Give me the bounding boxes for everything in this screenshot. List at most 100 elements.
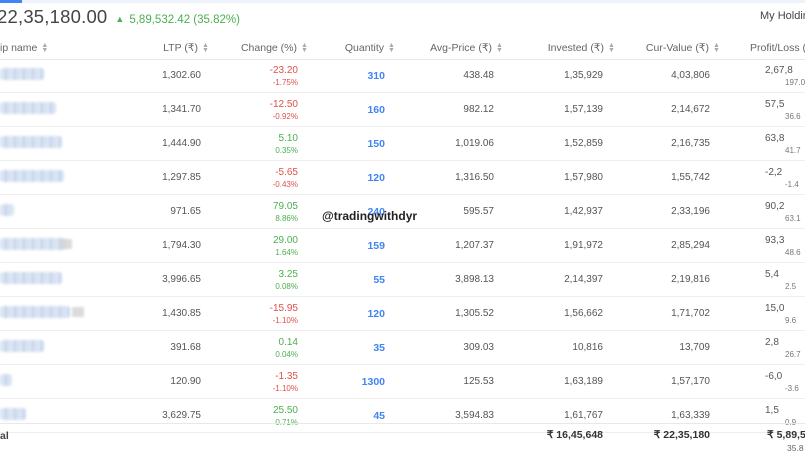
avg-price-value: 1,316.50 <box>455 172 494 183</box>
my-holdings-label[interactable]: My Holdings <box>760 10 805 22</box>
change-cell: -1.35 -1.10% <box>273 371 298 393</box>
profit-loss-cell: -6,0 -3.6 <box>765 371 799 393</box>
top-progress-bar <box>0 0 805 3</box>
change-cell: 79.05 8.86% <box>273 201 298 223</box>
profit-loss-cell: 2,8 26.7 <box>765 337 801 359</box>
profit-loss-cell: 15,0 9.6 <box>765 303 796 325</box>
change-cell: -23.20 -1.75% <box>270 65 298 87</box>
sort-icon[interactable]: ▲ ▼ <box>496 42 503 54</box>
profit-loss-value: 63,8 <box>765 133 785 144</box>
sort-icon[interactable]: ▲ ▼ <box>713 42 720 54</box>
sort-icon[interactable]: ▲ ▼ <box>388 42 395 54</box>
change-cell: -12.50 -0.92% <box>270 99 298 121</box>
quantity-value[interactable]: 1300 <box>362 376 385 388</box>
change-cell: 0.14 0.04% <box>275 337 298 359</box>
cur-value-value: 2,33,196 <box>671 206 710 217</box>
sort-icon[interactable]: ▲ ▼ <box>608 42 615 54</box>
profit-loss-percent: 36.6 <box>785 112 801 121</box>
column-header-quantity[interactable]: Quantity ▲ ▼ <box>345 42 395 54</box>
column-header-invested[interactable]: Invested (₹) ▲ ▼ <box>548 42 615 54</box>
invested-value: 1,35,929 <box>564 70 603 81</box>
footer-total-label: al <box>0 430 9 442</box>
ltp-value: 3,996.65 <box>162 274 201 285</box>
profit-loss-value: 5,4 <box>765 269 779 280</box>
profit-loss-cell: 2,67,8 197.0 <box>765 65 805 87</box>
ltp-value: 971.65 <box>170 206 201 217</box>
avg-price-value: 3,594.83 <box>455 410 494 421</box>
column-header-avg-price[interactable]: Avg-Price (₹) ▲ ▼ <box>430 42 503 54</box>
table-row[interactable]: 120.90 -1.35 -1.10% 1300 125.53 1,63,189 1,57,… <box>0 365 805 399</box>
table-row[interactable]: 3,996.65 3.25 0.08% 55 3,898.13 2,14,397 2,19,… <box>0 263 805 297</box>
column-header-symbol[interactable]: ip name ▲ ▼ <box>0 42 48 54</box>
ltp-value: 1,297.85 <box>162 172 201 183</box>
holdings-table-header: ip name ▲ ▼ LTP (₹) ▲ ▼ Change (%) ▲ ▼ Quantit… <box>0 37 805 60</box>
quantity-value[interactable]: 310 <box>367 70 385 82</box>
redacted-mark <box>60 239 72 249</box>
change-percent: -0.92% <box>272 112 298 121</box>
profit-loss-value: 2,67,8 <box>765 65 793 76</box>
table-row[interactable]: 391.68 0.14 0.04% 35 309.03 10,816 13,709 2,8 26… <box>0 331 805 365</box>
change-percent: 8.86% <box>275 214 298 223</box>
avg-price-value: 309.03 <box>463 342 494 353</box>
avg-price-value: 1,207.37 <box>455 240 494 251</box>
holdings-table-body: 1,302.60 -23.20 -1.75% 310 438.48 1,35,929 4,0… <box>0 59 805 433</box>
profit-loss-cell: 90,2 63.1 <box>765 201 801 223</box>
change-cell: -15.95 -1.10% <box>270 303 298 325</box>
holdings-table-footer: al ₹ 16,45,648 ₹ 22,35,180 ₹ 5,89,5 35.8 <box>0 423 805 453</box>
sort-icon[interactable]: ▲ ▼ <box>301 42 308 54</box>
profit-loss-value: -2,2 <box>765 167 783 178</box>
quantity-value[interactable]: 35 <box>373 342 385 354</box>
quantity-value[interactable]: 120 <box>367 172 385 184</box>
column-header-ltp[interactable]: LTP (₹) ▲ ▼ <box>163 42 209 54</box>
table-row[interactable]: 1,302.60 -23.20 -1.75% 310 438.48 1,35,929 4,0… <box>0 59 805 93</box>
table-row[interactable]: 1,297.85 -5.65 -0.43% 120 1,316.50 1,57,980 1,… <box>0 161 805 195</box>
avg-price-value: 595.57 <box>463 206 494 217</box>
change-percent: -0.43% <box>272 180 298 189</box>
quantity-value[interactable]: 55 <box>373 274 385 286</box>
table-row[interactable]: 1,430.85 -15.95 -1.10% 120 1,305.52 1,56,662 1… <box>0 297 805 331</box>
arrow-up-icon: ▲ <box>115 14 125 24</box>
table-row[interactable]: 1,444.90 5.10 0.35% 150 1,019.06 1,52,859 2,16… <box>0 127 805 161</box>
redacted-symbol-name <box>0 306 70 318</box>
quantity-value[interactable]: 160 <box>367 104 385 116</box>
redacted-mark <box>72 307 84 317</box>
cur-value-value: 1,71,702 <box>671 308 710 319</box>
profit-loss-percent: 2.5 <box>785 282 797 291</box>
redacted-symbol-name <box>0 238 66 250</box>
active-tab-indicator <box>0 0 22 3</box>
table-row[interactable]: 1,794.30 29.00 1.64% 159 1,207.37 1,91,972 2,8… <box>0 229 805 263</box>
column-header-profit-loss[interactable]: Profit/Loss (% <box>750 42 805 54</box>
profit-loss-percent: 41.7 <box>785 146 801 155</box>
column-header-cur-value[interactable]: Cur-Value (₹) ▲ ▼ <box>646 42 720 54</box>
quantity-value[interactable]: 120 <box>367 308 385 320</box>
change-value: 29.00 <box>272 235 298 246</box>
ltp-value: 1,430.85 <box>162 308 201 319</box>
redacted-symbol-name <box>0 340 44 352</box>
cur-value-value: 2,85,294 <box>671 240 710 251</box>
column-header-change[interactable]: Change (%) ▲ ▼ <box>241 42 308 54</box>
ltp-value: 3,629.75 <box>162 410 201 421</box>
table-row[interactable]: 1,341.70 -12.50 -0.92% 160 982.12 1,57,139 2,1… <box>0 93 805 127</box>
ltp-value: 1,794.30 <box>162 240 201 251</box>
change-percent: -1.75% <box>272 78 298 87</box>
quantity-value[interactable]: 45 <box>373 410 385 422</box>
change-value: 79.05 <box>272 201 298 212</box>
profit-loss-cell: -2,2 -1.4 <box>765 167 799 189</box>
change-percent: -1.10% <box>272 384 298 393</box>
sort-icon[interactable]: ▲ ▼ <box>202 42 209 54</box>
profit-loss-cell: 93,3 48.6 <box>765 235 801 257</box>
cur-value-value: 4,03,806 <box>671 70 710 81</box>
profit-loss-cell: 63,8 41.7 <box>765 133 801 155</box>
profit-loss-value: 15,0 <box>765 303 785 314</box>
quantity-value[interactable]: 150 <box>367 138 385 150</box>
quantity-value[interactable]: 159 <box>367 240 385 252</box>
profit-loss-value: 90,2 <box>765 201 785 212</box>
footer-total-pl: ₹ 5,89,5 <box>767 429 805 441</box>
invested-value: 1,56,662 <box>564 308 603 319</box>
change-percent: 0.04% <box>275 350 298 359</box>
sort-icon[interactable]: ▲ ▼ <box>41 42 48 54</box>
portfolio-summary: 22,35,180.00 ▲ 5,89,532.42 (35.82%) <box>0 6 240 28</box>
profit-loss-value: 57,5 <box>765 99 785 110</box>
ltp-value: 1,444.90 <box>162 138 201 149</box>
change-percent: 1.64% <box>275 248 298 257</box>
